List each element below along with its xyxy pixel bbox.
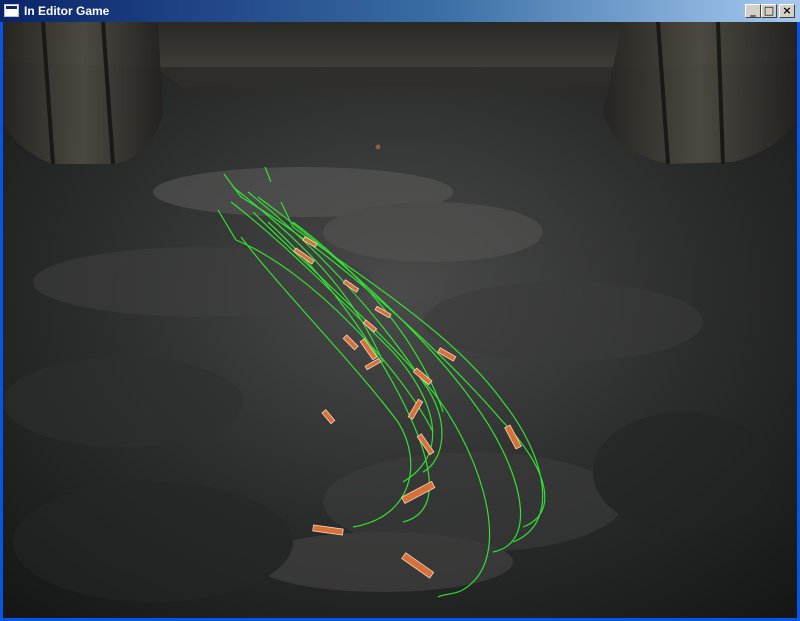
left-pillar bbox=[3, 22, 163, 165]
close-button[interactable]: × bbox=[779, 4, 795, 18]
title-bar[interactable]: In Editor Game _ □ × bbox=[0, 0, 800, 22]
maximize-button[interactable]: □ bbox=[761, 4, 777, 18]
window-title: In Editor Game bbox=[24, 4, 110, 18]
distant-marker bbox=[375, 144, 381, 150]
game-window: In Editor Game _ □ × bbox=[0, 0, 800, 621]
minimize-button[interactable]: _ bbox=[745, 4, 761, 18]
window-app-icon[interactable] bbox=[4, 4, 19, 17]
right-pillar bbox=[603, 22, 797, 165]
wall-base bbox=[153, 67, 643, 87]
game-viewport[interactable] bbox=[3, 22, 797, 618]
